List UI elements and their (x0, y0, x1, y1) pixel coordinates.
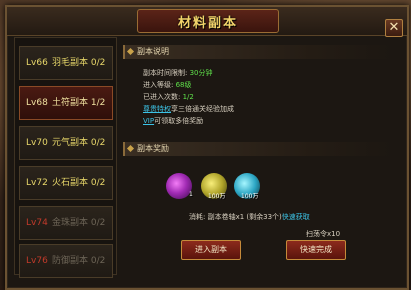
dungeon-name: 羽毛副本 0/2 (52, 58, 106, 68)
titlebar: 材料副本 (7, 7, 407, 36)
description-header-label: 副本说明 (137, 47, 169, 56)
dungeon-name: 元气副本 0/2 (52, 138, 106, 148)
entry-level-line: 进入等级: 68级 (143, 80, 192, 90)
dungeon-item-gold-pearl[interactable]: Lv74 金珠副本 0/2 (19, 206, 113, 240)
quick-finish-button[interactable]: 快速完成 (286, 240, 346, 260)
reward-qty: 100万 (208, 193, 226, 200)
cost-line: 消耗: 副本卷轴x1 (剩余33个)快速获取 (189, 212, 310, 222)
privilege-text: 享三倍通关经验加成 (171, 105, 234, 113)
dungeon-level: Lv72 (26, 178, 48, 188)
dungeon-level: Lv68 (26, 98, 48, 108)
dungeon-level: Lv66 (26, 58, 48, 68)
time-limit-line: 副本时间限制: 30分钟 (143, 68, 213, 78)
title-plate: 材料副本 (137, 9, 279, 33)
dungeon-list: Lv66 羽毛副本 0/2 Lv68 土符副本 1/2 Lv70 元气副本 0/… (14, 37, 117, 278)
dungeon-name: 土符副本 1/2 (52, 98, 106, 108)
close-icon: ✕ (388, 20, 400, 35)
rewards-header-label: 副本奖励 (137, 144, 169, 153)
dungeon-level: Lv70 (26, 138, 48, 148)
reward-qty: 1 (189, 191, 193, 198)
dungeon-name: 火石副本 0/2 (52, 178, 106, 188)
entered-count-value: 1/2 (182, 93, 194, 101)
entry-level-label: 进入等级: (143, 81, 176, 89)
dungeon-level: Lv74 (26, 218, 48, 228)
entry-level-value: 68级 (175, 81, 192, 89)
time-limit-value: 30分钟 (189, 69, 213, 77)
entered-count-label: 已进入次数: (143, 93, 183, 101)
reward-qty: 100万 (241, 193, 259, 200)
time-limit-label: 副本时间限制: (143, 69, 190, 77)
close-button[interactable]: ✕ (385, 19, 403, 37)
dungeon-item-defense[interactable]: Lv76 防御副本 0/2 (19, 244, 113, 278)
enter-dungeon-button[interactable]: 进入副本 (181, 240, 241, 260)
vip-link[interactable]: VIP (143, 117, 154, 125)
dungeon-item-earth-rune[interactable]: Lv68 土符副本 1/2 (19, 86, 113, 120)
dungeon-name: 防御副本 0/2 (52, 256, 106, 266)
vip-line: VIP可领取多倍奖励 (143, 116, 203, 126)
quick-get-link[interactable]: 快速获取 (282, 213, 310, 221)
entered-count-line: 已进入次数: 1/2 (143, 92, 194, 102)
diamond-bullet-icon (126, 47, 135, 56)
cost-text: 消耗: 副本卷轴x1 (剩余33个) (189, 213, 282, 221)
dungeon-item-fire-stone[interactable]: Lv72 火石副本 0/2 (19, 166, 113, 200)
dungeon-item-vitality[interactable]: Lv70 元气副本 0/2 (19, 126, 113, 160)
description-header: 副本说明 (123, 45, 393, 59)
diamond-bullet-icon (126, 144, 135, 153)
rewards-header: 副本奖励 (123, 142, 393, 156)
privilege-line: 尊贵特权享三倍通关经验加成 (143, 104, 234, 114)
window-title: 材料副本 (177, 16, 238, 31)
sweep-token-count: 扫荡令x10 (306, 230, 341, 238)
dungeon-detail-panel: 副本说明 副本时间限制: 30分钟 进入等级: 68级 已进入次数: 1/2 尊… (121, 37, 393, 273)
privilege-link[interactable]: 尊贵特权 (143, 105, 171, 113)
dungeon-item-feather[interactable]: Lv66 羽毛副本 0/2 (19, 46, 113, 80)
dungeon-name: 金珠副本 0/2 (52, 218, 106, 228)
dungeon-level: Lv76 (26, 256, 48, 266)
vip-text: 可领取多倍奖励 (154, 117, 204, 125)
